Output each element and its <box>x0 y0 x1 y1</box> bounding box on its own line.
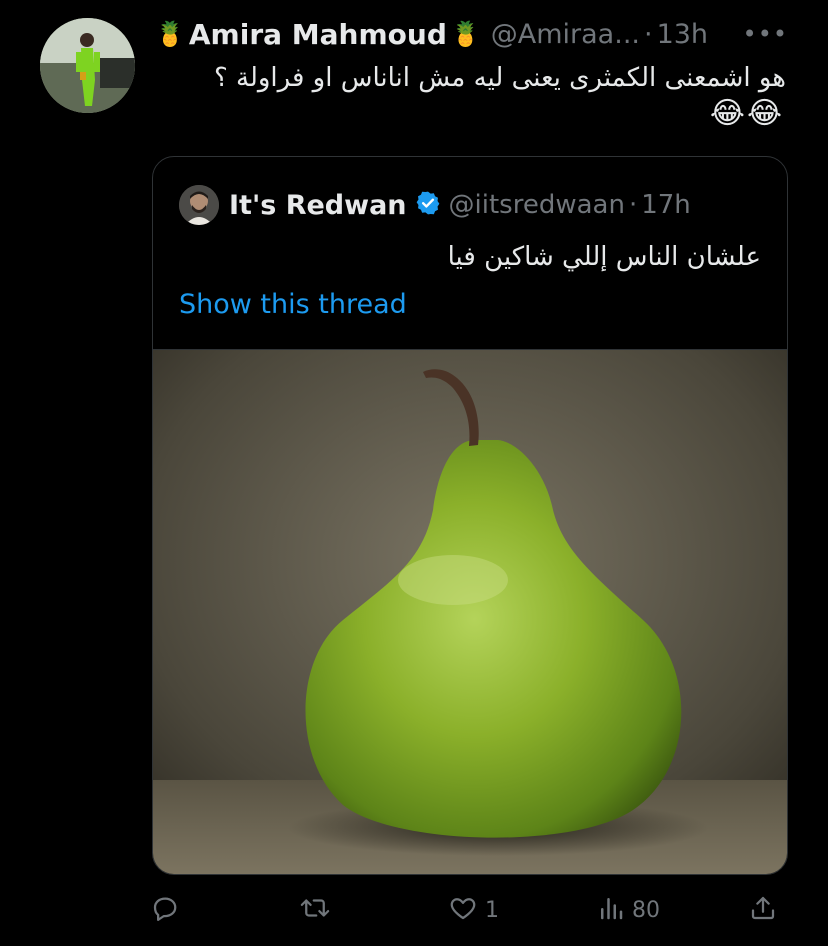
quoted-author-handle[interactable]: @iitsredwaan <box>449 190 625 220</box>
quoted-author-name[interactable]: It's Redwan <box>229 190 407 221</box>
author-name[interactable]: Amira Mahmoud <box>189 18 447 51</box>
pineapple-icon: 🍍 <box>450 20 481 48</box>
quoted-tweet[interactable]: It's Redwan @iitsredwaan · 17h علشان الن… <box>152 156 788 875</box>
tweet-actions: 1 80 <box>150 888 790 932</box>
share-button[interactable] <box>748 888 778 932</box>
tweet-time[interactable]: 13h <box>657 19 708 50</box>
avatar[interactable] <box>40 18 135 113</box>
avatar-image <box>40 18 135 113</box>
quoted-avatar[interactable] <box>179 185 219 225</box>
views-icon <box>596 893 626 927</box>
retweet-icon <box>298 893 332 927</box>
quoted-tweet-time[interactable]: 17h <box>641 190 691 220</box>
share-icon <box>748 893 778 927</box>
show-thread-link[interactable]: Show this thread <box>179 289 407 320</box>
retweet-button[interactable] <box>298 888 332 932</box>
verified-badge-icon <box>415 190 441 220</box>
separator-dot: · <box>628 190 638 220</box>
quoted-avatar-image <box>179 185 219 225</box>
more-options-icon[interactable]: ••• <box>743 20 788 48</box>
reply-button[interactable] <box>150 888 180 932</box>
quoted-tweet-header: It's Redwan @iitsredwaan · 17h <box>179 185 691 225</box>
author-handle[interactable]: @Amiraa... <box>491 19 640 50</box>
pineapple-icon: 🍍 <box>155 20 185 48</box>
pear-photo[interactable] <box>153 349 787 874</box>
heart-icon <box>447 893 479 927</box>
views-count: 80 <box>632 897 660 923</box>
quoted-tweet-text: علشان الناس إللي شاكين فيا <box>447 242 761 272</box>
tweet-header: 🍍 Amira Mahmoud 🍍 @Amiraa... · 13h ••• <box>155 14 788 54</box>
like-count: 1 <box>485 897 499 923</box>
pear-image <box>153 350 787 874</box>
tweet-text: هو اشمعنى الكمثرى يعنى ليه مش اناناس او … <box>213 63 786 93</box>
laughing-emoji: 😂😂 <box>709 96 784 131</box>
reply-icon <box>150 893 180 927</box>
like-button[interactable]: 1 <box>447 888 499 932</box>
separator-dot: · <box>643 18 653 50</box>
views-button[interactable]: 80 <box>596 888 660 932</box>
